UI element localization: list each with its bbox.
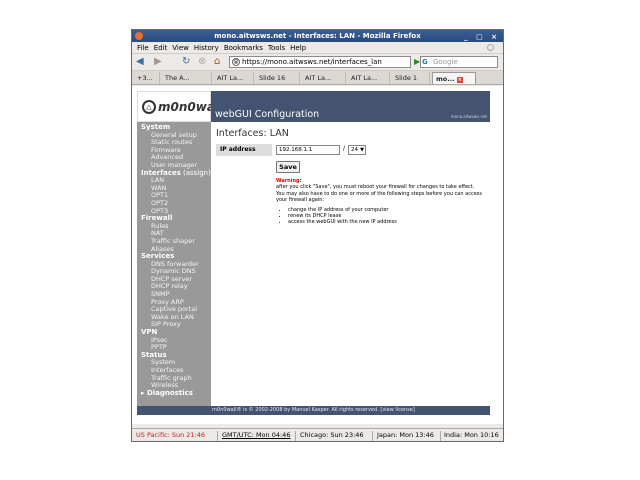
- subnet-bits-value: 24: [351, 147, 358, 153]
- browser-tab[interactable]: Slide 1: [392, 72, 430, 84]
- m0n0wall-logo[interactable]: △ m0n0wall: [137, 91, 223, 122]
- sidebar-item-traffic-shaper[interactable]: Traffic shaper: [137, 237, 211, 246]
- browser-tab[interactable]: AIT La...: [214, 72, 254, 84]
- clock-gmt[interactable]: GMT/UTC: Mon 04:46: [222, 429, 290, 441]
- tab-label: Slide 1: [395, 74, 418, 82]
- tab-label: AIT La...: [217, 74, 244, 82]
- header-title: webGUI Configuration: [215, 109, 320, 120]
- tab-label: AIT La...: [351, 74, 378, 82]
- browser-tab[interactable]: +3...: [134, 72, 160, 84]
- sidebar-section-interfaces[interactable]: Interfaces (assign): [137, 169, 211, 178]
- close-tab-icon[interactable]: ×: [456, 77, 463, 83]
- site-identity-icon[interactable]: @: [232, 58, 240, 66]
- tab-bar: +3... The A... AIT La... Slide 16 AIT La... A…: [132, 71, 503, 85]
- subnet-bits-select[interactable]: 24 ▼: [348, 145, 366, 155]
- cidr-slash: /: [343, 145, 346, 152]
- window-title: mono.aitwsws.net - Interfaces: LAN - Moz…: [214, 32, 421, 40]
- tab-label: The A...: [165, 74, 190, 82]
- stop-icon[interactable]: ⊗: [198, 56, 206, 68]
- title-bar: mono.aitwsws.net - Interfaces: LAN - Moz…: [132, 30, 503, 42]
- page-footer: m0n0wall® is © 2002-2008 by Manuel Kaspe…: [137, 406, 490, 415]
- home-icon[interactable]: ⌂: [214, 56, 220, 68]
- tab-label: AIT La...: [305, 74, 332, 82]
- back-icon[interactable]: ◀: [136, 56, 144, 68]
- sidebar-label: ▸ Diagnostics: [141, 388, 193, 397]
- browser-tab[interactable]: Slide 16: [256, 72, 300, 84]
- url-text: https://mono.aitwsws.net/interfaces_lan: [242, 58, 382, 66]
- ip-address-row: IP address 192.168.1.1 / 24 ▼: [216, 144, 481, 156]
- forward-icon[interactable]: ▶: [154, 56, 162, 68]
- page-header: △ m0n0wall webGUI Configuration mono.ait…: [137, 91, 490, 122]
- browser-tab[interactable]: AIT La...: [302, 72, 346, 84]
- divider: [440, 431, 441, 441]
- clock-chicago[interactable]: Chicago: Sun 23:46: [300, 429, 364, 441]
- browser-tab[interactable]: AIT La...: [348, 72, 390, 84]
- assign-link[interactable]: (assign): [183, 169, 211, 177]
- menu-view[interactable]: View: [172, 44, 189, 52]
- main-panel: Interfaces: LAN IP address 192.168.1.1 /…: [211, 122, 490, 406]
- steps-list: change the IP address of your computerre…: [276, 207, 484, 226]
- chevron-down-icon: ▼: [360, 147, 364, 153]
- throbber-icon: [487, 44, 494, 51]
- save-button[interactable]: Save: [276, 161, 300, 173]
- clock-japan[interactable]: Japan: Mon 13:46: [377, 429, 434, 441]
- search-input[interactable]: G Google: [420, 56, 498, 68]
- clock-india[interactable]: India: Mon 10:16: [444, 429, 499, 441]
- sidebar-item-wan[interactable]: WAN: [137, 184, 211, 193]
- divider: [372, 431, 373, 441]
- sidebar-item-ipsec[interactable]: IPsec: [137, 336, 211, 345]
- ip-address-input[interactable]: 192.168.1.1: [276, 145, 340, 155]
- tab-label: +3...: [137, 74, 153, 82]
- sidebar: System General setup Static routes Firmware…: [137, 122, 211, 406]
- tab-label: mo...: [436, 75, 455, 83]
- tab-label: Slide 16: [259, 74, 286, 82]
- menu-history[interactable]: History: [194, 44, 219, 52]
- menu-help[interactable]: Help: [290, 44, 306, 52]
- menu-bar: File Edit View History Bookmarks Tools Help: [132, 42, 503, 54]
- ip-address-label: IP address: [216, 144, 272, 156]
- menu-bookmarks[interactable]: Bookmarks: [224, 44, 263, 52]
- sidebar-section-firewall: Firewall: [137, 214, 211, 223]
- menu-file[interactable]: File: [137, 44, 149, 52]
- logo-emblem-icon: △: [142, 100, 156, 114]
- reload-icon[interactable]: ↻: [182, 56, 190, 68]
- sidebar-item-opt2[interactable]: OPT2: [137, 199, 211, 208]
- sidebar-item-rules[interactable]: Rules: [137, 222, 211, 231]
- sidebar-item-lan[interactable]: LAN: [137, 176, 211, 185]
- google-icon: G: [422, 58, 428, 66]
- divider: [217, 431, 218, 441]
- header-bar: webGUI Configuration mono.aitwsws.net: [211, 91, 490, 122]
- step-item: access the webGUI with the new IP addres…: [288, 219, 484, 225]
- sidebar-item-opt1[interactable]: OPT1: [137, 192, 211, 200]
- sidebar-section-diagnostics: ▸ Diagnostics: [137, 388, 211, 398]
- browser-tab[interactable]: The A...: [162, 72, 212, 84]
- divider: [295, 431, 296, 441]
- page-content: △ m0n0wall webGUI Configuration mono.ait…: [132, 86, 503, 424]
- status-bar: US Pacific: Sun 21:46 GMT/UTC: Mon 04:46…: [132, 428, 503, 441]
- clock-us-pacific[interactable]: US Pacific: Sun 21:46: [136, 429, 205, 441]
- menu-edit[interactable]: Edit: [154, 44, 168, 52]
- browser-window: mono.aitwsws.net - Interfaces: LAN - Moz…: [131, 29, 504, 442]
- menu-tools[interactable]: Tools: [268, 44, 285, 52]
- warning-box: Warning: after you click "Save", you mus…: [276, 178, 484, 226]
- header-hostname: mono.aitwsws.net: [450, 114, 487, 119]
- firefox-icon: [135, 32, 143, 40]
- warning-text: after you click "Save", you must reboot …: [276, 184, 482, 204]
- sidebar-item-dhcp-relay[interactable]: DHCP relay: [137, 283, 211, 291]
- sidebar-section-vpn: VPN: [137, 328, 211, 337]
- url-bar[interactable]: @ https://mono.aitwsws.net/interfaces_la…: [229, 56, 411, 68]
- page-title: Interfaces: LAN: [216, 128, 289, 139]
- navigation-toolbar: ◀ ▶ ↻ ⊗ ⌂ @ https://mono.aitwsws.net/int…: [132, 54, 503, 71]
- browser-tab[interactable]: mo... ×: [432, 72, 476, 84]
- search-placeholder: Google: [433, 58, 458, 66]
